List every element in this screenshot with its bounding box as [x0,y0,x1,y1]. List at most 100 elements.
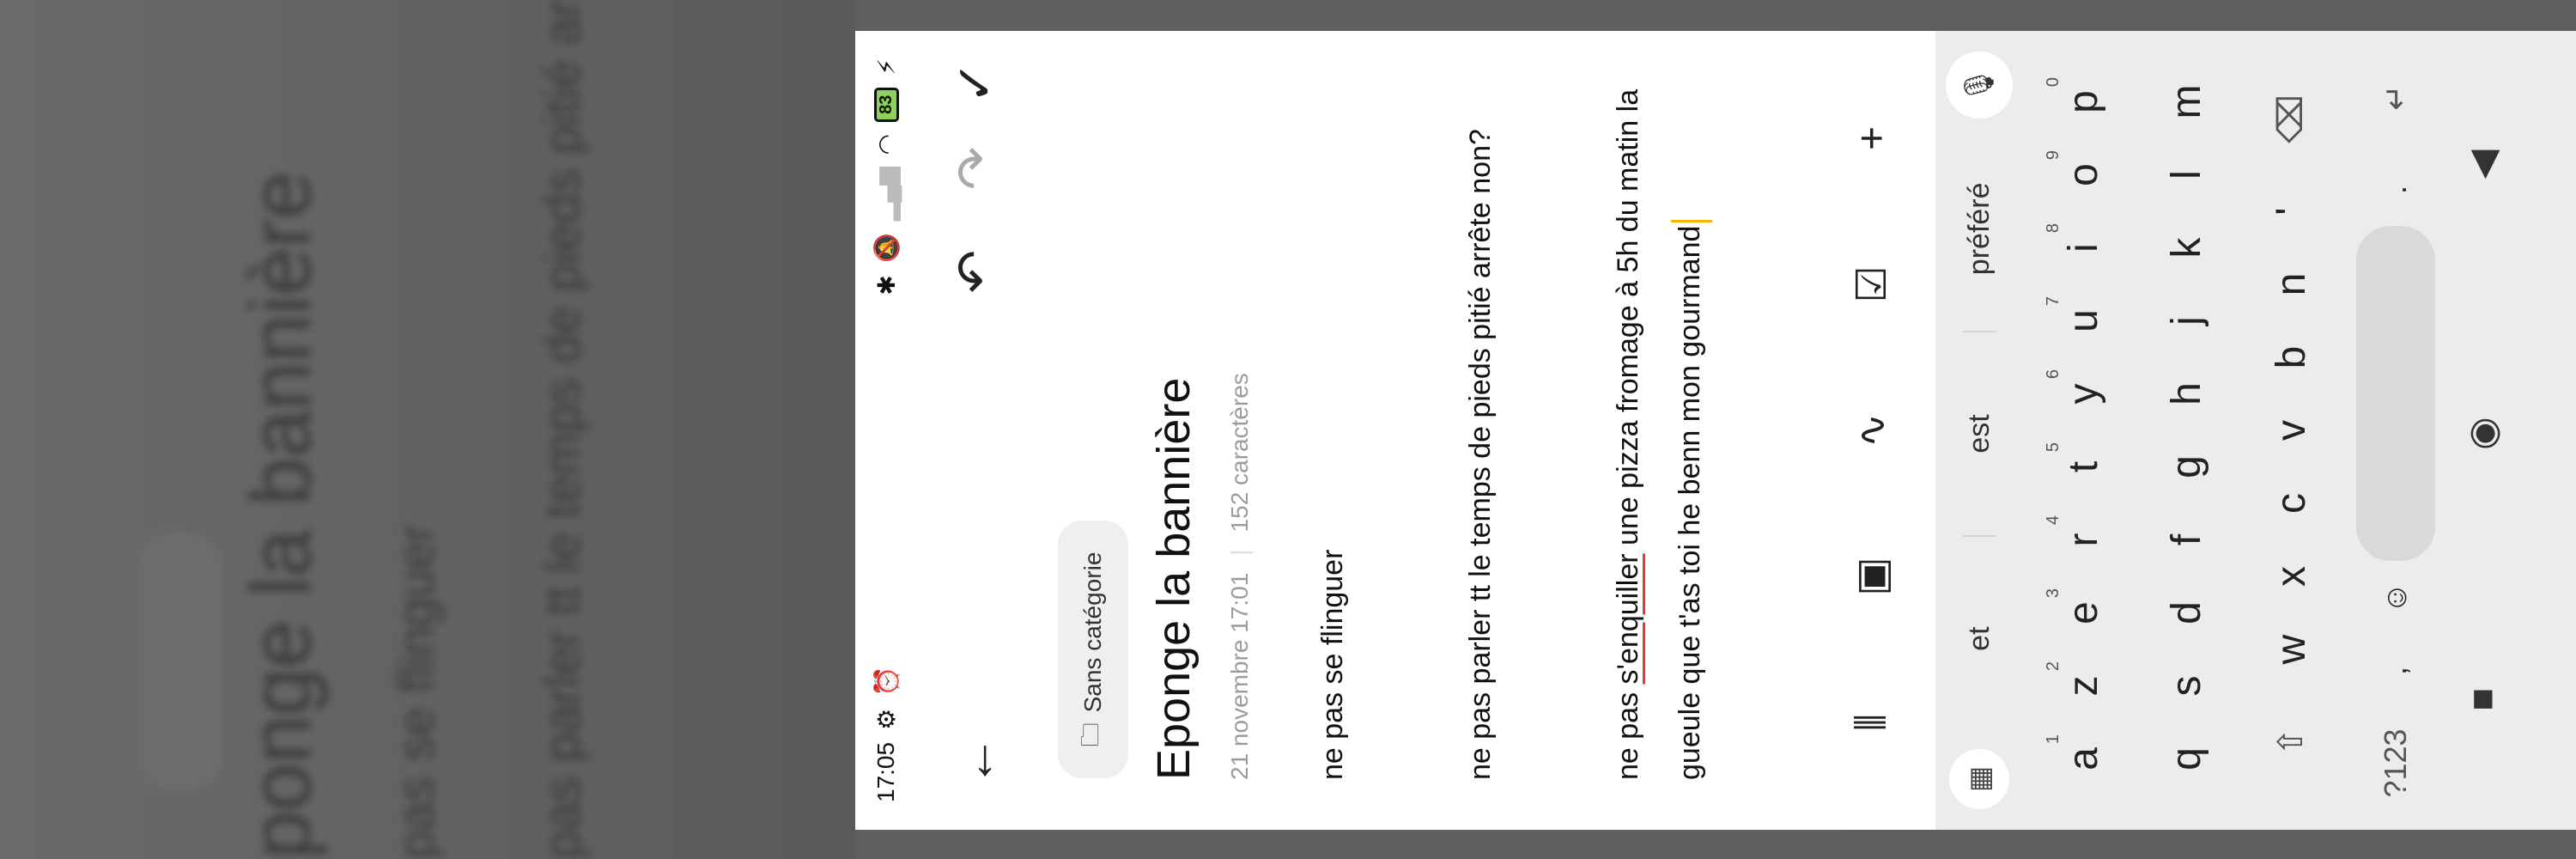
key-row-3: ⇧ w x c v b n ' ⌫ [2245,31,2337,830]
clock: 17:05 [872,741,899,802]
phone-screen: 17:05 ⚙ ⏰ ✱ 🔕 ▂▄▆ ◠ 83 ⚡ ← ↶ ↷ ✓ 🗀 Sans … [855,31,2576,830]
enter-icon[interactable]: ↵ [2349,42,2442,154]
key-label: u [2060,309,2106,332]
key-r[interactable]: 4r [2037,503,2129,576]
navigation-bar: ■ ◉ ◀ [2435,31,2530,830]
category-label: Sans catégorie [1079,551,1106,713]
key-hint: 0 [2044,77,2063,88]
key-s[interactable]: s [2140,649,2233,722]
key-label: z [2060,675,2106,697]
paragraph-3-start: ne pas [1612,684,1644,780]
key-w[interactable]: w [2245,613,2337,686]
key-hint: 5 [2044,442,2063,453]
key-hint: 9 [2044,150,2063,161]
note-title[interactable]: Eponge la bannière [1147,378,1200,780]
key-period[interactable]: . [2349,154,2442,227]
key-label: r [2060,533,2106,547]
checkmark-icon[interactable]: ✓ [941,48,1010,117]
scribble-icon[interactable]: ∿ [1838,396,1906,465]
suggestion-2[interactable]: est [1962,330,1996,536]
key-d[interactable]: d [2140,576,2233,649]
signal-icon: ▂▄▆ [872,167,900,222]
paragraph-2: ne pas parler tt le temps de pieds pitié… [1464,129,1497,780]
wifi-icon: ◠ [872,133,900,155]
key-row-2: q s d f g h j k l m [2140,31,2233,830]
key-row-1: 1a 2z 3e 4r 5t 6y 7u 8i 9o 0p [2037,31,2129,830]
key-label: o [2060,163,2106,186]
key-hint: 6 [2044,369,2063,380]
ghost-line-2: pas parler tt le temps de pieds pitié ar… [533,0,591,859]
key-apostrophe[interactable]: ' [2245,175,2337,248]
image-icon[interactable]: ▣ [1838,542,1906,611]
emoji-icon[interactable]: ☺ [2349,562,2442,635]
suggestion-1[interactable]: et [1962,535,1996,740]
key-hint: 3 [2044,588,2063,599]
key-t[interactable]: 5t [2037,430,2129,503]
misspelled-word[interactable]: s'enquiller [1612,553,1644,684]
key-hint: 1 [2044,734,2063,745]
key-hint: 2 [2044,661,2063,672]
waveform-icon[interactable]: ⦀ [1838,688,1906,757]
key-m[interactable]: m [2140,65,2233,138]
key-label: p [2060,90,2106,113]
plus-icon[interactable]: + [1838,104,1906,173]
key-j[interactable]: j [2140,284,2233,357]
key-x[interactable]: x [2245,540,2337,613]
space-bar[interactable] [2356,226,2435,562]
key-v[interactable]: v [2245,394,2337,467]
apps-grid-icon[interactable]: ▦ [1949,749,2009,809]
key-hint: 4 [2044,515,2063,526]
arrow-back-icon[interactable]: ← [941,727,1010,795]
key-f[interactable]: f [2140,503,2233,576]
suggestion-bar: ▦ et est préféré 🎙 [1935,31,2023,830]
key-o[interactable]: 9o [2037,138,2129,211]
keyboard: ▦ et est préféré 🎙 1a 2z 3e 4r 5t 6y 7u … [1935,31,2576,830]
redo-icon[interactable]: ↷ [941,134,1010,203]
key-q[interactable]: q [2140,722,2233,795]
key-c[interactable]: c [2245,467,2337,540]
alarm-icon: ⏰ [872,666,900,697]
notes-app: 17:05 ⚙ ⏰ ✱ 🔕 ▂▄▆ ◠ 83 ⚡ ← ↶ ↷ ✓ 🗀 Sans … [855,31,2576,830]
key-y[interactable]: 6y [2037,357,2129,430]
key-u[interactable]: 7u [2037,284,2129,357]
key-p[interactable]: 0p [2037,65,2129,138]
text-cursor [1671,219,1713,222]
note-date: 21 novembre 17:01 [1226,572,1253,780]
recents-icon[interactable]: ■ [2461,688,2504,711]
key-l[interactable]: l [2140,138,2233,211]
blurred-background-left: ponge la bannière pas se flinguer pas pa… [0,0,855,859]
key-h[interactable]: h [2140,357,2233,430]
note-body[interactable]: ne pas se flinguer ne pas parler tt le t… [1302,67,1721,780]
edit-toolbar: ⦀ ▣ ∿ ☑ + [1808,31,1935,830]
bluetooth-icon: ✱ [872,275,900,295]
notification-icon: ⚙ [872,708,900,730]
key-b[interactable]: b [2245,321,2337,394]
key-i[interactable]: 8i [2037,211,2129,284]
checkbox-icon[interactable]: ☑ [1838,250,1906,319]
key-n[interactable]: n [2245,248,2337,321]
ghost-line-1: pas se flinguer [387,523,445,859]
category-chip[interactable]: 🗀 Sans catégorie [1058,521,1128,778]
key-e[interactable]: 3e [2037,576,2129,649]
shift-icon[interactable]: ⇧ [2245,686,2337,798]
symbols-key[interactable]: ?123 [2349,708,2442,819]
backspace-icon[interactable]: ⌫ [2245,64,2337,175]
key-comma[interactable]: , [2349,635,2442,708]
key-label: e [2060,601,2106,624]
back-nav-icon[interactable]: ◀ [2461,150,2505,180]
paragraph-1: ne pas se flinguer [1316,549,1349,780]
key-g[interactable]: g [2140,430,2233,503]
undo-icon[interactable]: ↶ [941,237,1010,306]
key-z[interactable]: 2z [2037,649,2129,722]
mute-icon: 🔕 [872,233,900,264]
microphone-icon[interactable]: 🎙 [1946,51,2013,119]
key-hint: 7 [2044,296,2063,307]
suggestion-3[interactable]: préféré [1963,127,1996,331]
key-a[interactable]: 1a [2037,722,2129,795]
home-icon[interactable]: ◉ [2461,417,2505,449]
folder-icon: 🗀 [1077,722,1103,747]
charging-icon: ⚡ [872,58,900,76]
key-label: t [2060,460,2106,473]
top-toolbar: ← ↶ ↷ ✓ [941,31,1036,830]
key-k[interactable]: k [2140,211,2233,284]
